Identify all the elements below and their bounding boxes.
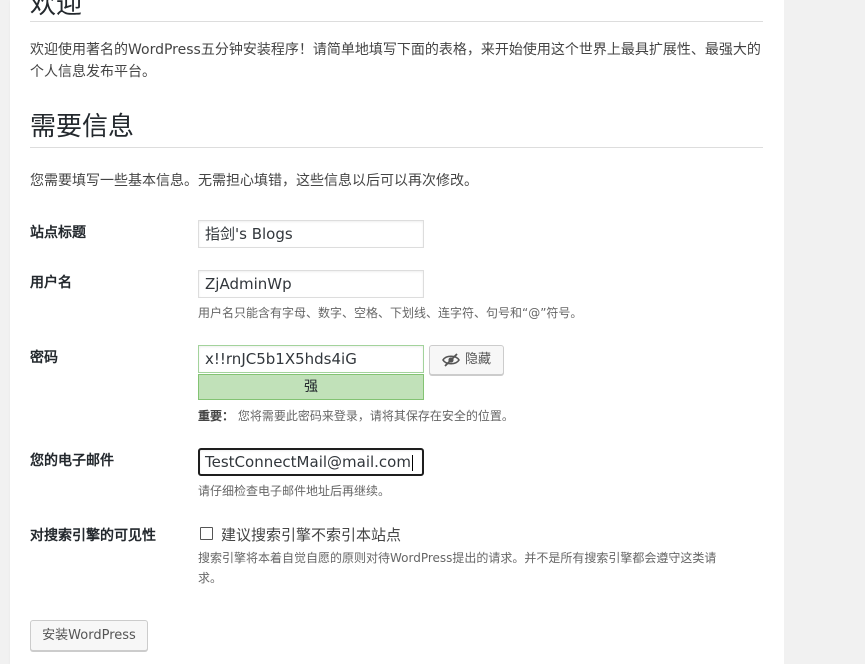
- visibility-checkbox-label: 建议搜索引擎不索引本站点: [221, 526, 402, 544]
- checkbox-icon[interactable]: [200, 527, 213, 540]
- visibility-hint-line: 求。: [198, 571, 223, 585]
- username-label: 用户名: [30, 275, 72, 291]
- visibility-hint-line: 搜索引擎将本着自觉自愿的原则对待WordPress提出的请求。并不是所有搜索引擎…: [198, 551, 717, 565]
- hide-password-button[interactable]: 隐藏: [429, 345, 504, 375]
- divider: [30, 21, 763, 22]
- username-hint: 用户名只能含有字母、数字、空格、下划线、连字符、句号和“@”符号。: [198, 306, 583, 320]
- password-hint: 重要： 您将需要此密码来登录，请将其保存在安全的位置。: [198, 406, 514, 426]
- info-intro: 您需要填写一些基本信息。无需担心填错，这些信息以后可以再次修改。: [30, 173, 478, 189]
- visibility-checkbox-row[interactable]: 建议搜索引擎不索引本站点: [200, 524, 401, 545]
- welcome-heading: 欢迎: [30, 0, 83, 20]
- welcome-intro: 欢迎使用著名的WordPress五分钟安装程序！请简单地填写下面的表格，来开始使…: [30, 42, 761, 80]
- info-heading: 需要信息: [30, 112, 135, 142]
- password-hint-strong: 重要：: [198, 409, 235, 423]
- visibility-label: 对搜索引擎的可见性: [30, 528, 156, 544]
- password-input[interactable]: x!!rnJC5b1X5hds4iG: [198, 345, 424, 373]
- password-hint-text: 您将需要此密码来登录，请将其保存在安全的位置。: [237, 409, 514, 423]
- install-wordpress-button[interactable]: 安装WordPress: [30, 620, 148, 651]
- password-strength-meter: 强: [198, 374, 424, 400]
- email-label: 您的电子邮件: [30, 453, 114, 469]
- text-caret: [411, 454, 413, 471]
- email-value: TestConnectMail@mail.com: [205, 453, 411, 471]
- hide-password-label: 隐藏: [465, 352, 492, 367]
- background-gutter: [784, 0, 865, 664]
- divider: [30, 147, 763, 148]
- email-input[interactable]: TestConnectMail@mail.com: [198, 448, 424, 476]
- email-hint: 请仔细检查电子邮件地址后再继续。: [198, 484, 391, 498]
- site-title-input[interactable]: 指剑's Blogs: [198, 220, 424, 248]
- visibility-hint: 搜索引擎将本着自觉自愿的原则对待WordPress提出的请求。并不是所有搜索引擎…: [198, 548, 716, 588]
- password-label: 密码: [30, 350, 58, 366]
- site-title-label: 站点标题: [30, 225, 86, 241]
- eye-slash-icon: [442, 353, 460, 367]
- username-input[interactable]: ZjAdminWp: [198, 270, 424, 298]
- install-panel: 欢迎 欢迎使用著名的WordPress五分钟安装程序！请简单地填写下面的表格，来…: [10, 0, 784, 664]
